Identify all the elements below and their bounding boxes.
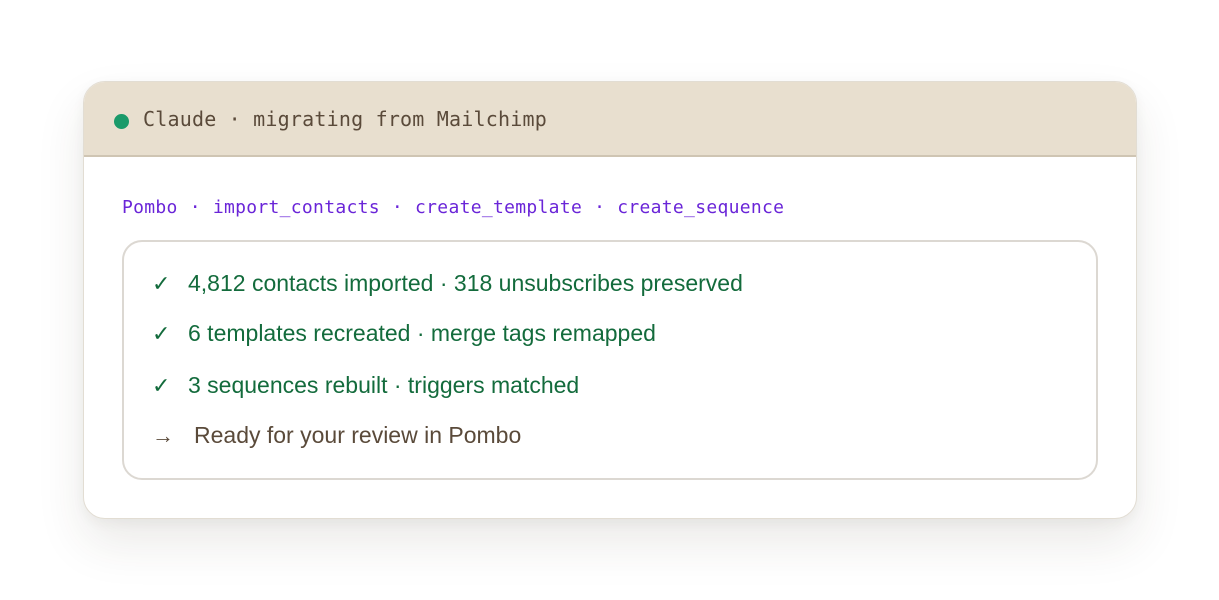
tool-separator: · [391,197,404,218]
result-item-contacts: ✓ 4,812 contacts imported · 318 unsubscr… [152,270,743,297]
result-text: 4,812 contacts imported · 318 unsubscrib… [188,270,743,296]
check-icon: ✓ [152,320,171,346]
result-item-templates: ✓ 6 templates recreated · merge tags rem… [152,320,656,347]
tool-separator: · [189,197,201,218]
status-dot-icon [114,114,129,129]
results-panel: ✓ 4,812 contacts imported · 318 unsubscr… [122,240,1098,480]
result-text: 6 templates recreated · merge tags remap… [188,320,656,346]
tool-name-import-contacts: import_contacts [212,197,380,218]
check-icon: ✓ [152,270,171,296]
tool-name-pombo: Pombo [122,197,178,218]
arrow-right-icon: → [152,422,174,448]
header-title: Claude · migrating from Mailchimp [143,106,547,131]
result-item-sequences: ✓ 3 sequences rebuilt · triggers matched [152,372,579,399]
card-header: Claude · migrating from Mailchimp [84,82,1136,157]
next-step-text: Ready for your review in Pombo [194,422,522,448]
tool-name-create-template: create_template [415,197,583,218]
tool-call-list: Pombo · import_contacts · create_template · cr… [122,197,784,218]
check-icon: ✓ [152,372,171,398]
result-text: 3 sequences rebuilt · triggers matched [188,372,580,398]
migration-card: Claude · migrating from Mailchimp Pombo ·… [83,81,1137,519]
tool-name-create-sequence: create_sequence [617,197,785,218]
tool-separator: · [594,197,606,218]
next-step-item: → Ready for your review in Pombo [152,422,521,449]
